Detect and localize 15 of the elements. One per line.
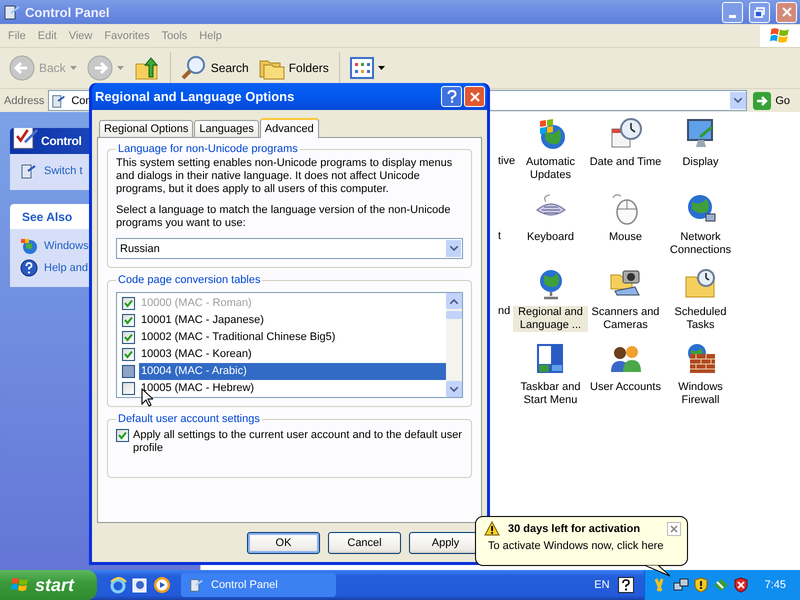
balloon-text: To activate Windows now, click here xyxy=(487,540,664,552)
icon-label: t xyxy=(497,230,502,242)
dialog-title: Regional and Language Options xyxy=(95,89,294,104)
balloon-title: 30 days left for activation xyxy=(508,522,640,534)
panel-title: Control xyxy=(41,134,82,148)
panel-title: See Also xyxy=(22,210,72,224)
icon-label: nd xyxy=(497,305,512,317)
prompt-text: Select a language to match the language version of the non-Unicode programs you want to use: xyxy=(116,204,452,230)
address-label: Address xyxy=(4,94,44,106)
description-text: This system setting enables non-Unicode programs to display menus and dialogs in their native language. It does not affect Unicode programs, but it does apply to all users of this computer. xyxy=(116,157,454,196)
group-title: Language for non-Unicode programs xyxy=(117,143,299,155)
icon-label: tive xyxy=(497,155,516,167)
group-title: Code page conversion tables xyxy=(117,274,262,286)
window-title: Control Panel xyxy=(25,4,110,20)
group-title: Default user account settings xyxy=(117,413,261,425)
